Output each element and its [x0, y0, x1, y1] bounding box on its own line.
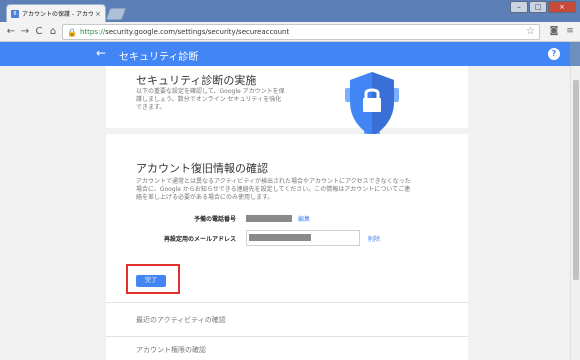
section-description-line-3: できます。 — [136, 104, 166, 111]
google-favicon-icon: 8 — [11, 9, 19, 18]
edit-phone-link[interactable]: 編集 — [298, 214, 310, 223]
delete-email-link[interactable]: 削除 — [368, 234, 380, 243]
url-path: security.google.com/settings/security/se… — [105, 28, 290, 36]
minimize-button[interactable]: – — [510, 1, 528, 13]
back-arrow-icon[interactable]: ← — [96, 46, 106, 60]
scrollbar-thumb[interactable] — [573, 80, 579, 280]
section-description-line-3: 絡を差し上げる必要がある場合にのみ使用します。 — [136, 194, 274, 201]
page-title: セキュリティ診断 — [119, 52, 199, 63]
app-header: ← セキュリティ診断 ? — [0, 42, 570, 66]
home-icon[interactable]: ⌂ — [46, 26, 60, 37]
section-description-line-2: 場合に、Google からお知らせできる連絡先を設定してください。この情報はアカ… — [136, 186, 411, 193]
tab-close-icon[interactable]: × — [95, 10, 101, 18]
tab-title: アカウントの保護 - アカウント — [22, 11, 94, 18]
browser-tab[interactable]: 8 アカウントの保護 - アカウント × — [6, 4, 106, 22]
bookmark-star-icon[interactable]: ☆ — [526, 26, 535, 37]
security-checkup-card: セキュリティ診断の実施 以下の重要な設定を確認して、Google アカウントを保… — [106, 66, 468, 146]
camera-extension-icon[interactable]: ◙ — [548, 25, 560, 37]
recovery-phone-label: 予備の電話番号 — [193, 216, 236, 223]
section-description-line-1: 以下の重要な設定を確認して、Google アカウントを保 — [136, 88, 285, 95]
account-permissions-item[interactable]: アカウント権限の確認 — [136, 345, 206, 355]
vertical-scrollbar[interactable] — [570, 66, 580, 360]
help-icon[interactable]: ? — [548, 48, 560, 60]
recovery-phone-value — [246, 215, 292, 222]
url-scheme: https:// — [79, 28, 106, 36]
back-arrow-icon[interactable]: ← — [4, 26, 18, 37]
section-description-line-2: 護しましょう。数分でオンライン セキュリティを強化 — [136, 96, 282, 103]
section-title: アカウント復旧情報の確認 — [136, 162, 268, 175]
reload-icon[interactable]: C — [32, 26, 46, 37]
new-tab-button[interactable] — [105, 8, 127, 20]
window-controls: – □ × — [510, 1, 576, 13]
lock-icon: 🔒 — [67, 27, 77, 37]
recovery-email-value — [249, 234, 311, 241]
maximize-button[interactable]: □ — [529, 1, 547, 13]
section-description-line-1: アカウントで通常とは異なるアクティビティが検出された場合やアカウントにアクセスで… — [136, 178, 411, 185]
recent-activity-item[interactable]: 最近のアクティビティの確認 — [136, 315, 226, 325]
divider — [106, 302, 468, 303]
address-bar[interactable]: 🔒 https:// security.google.com/settings/… — [62, 24, 540, 40]
chrome-menu-icon[interactable]: ≡ — [564, 25, 576, 37]
section-title: セキュリティ診断の実施 — [136, 74, 257, 87]
recovery-email-label: 再設定用のメールアドレス — [163, 236, 236, 243]
account-recovery-card: アカウント復旧情報の確認 アカウントで通常とは異なるアクティビティが検出された場… — [106, 134, 468, 360]
browser-toolbar: ← → C ⌂ 🔒 https:// security.google.com/s… — [0, 22, 580, 42]
main-content: セキュリティ診断の実施 以下の重要な設定を確認して、Google アカウントを保… — [0, 66, 570, 360]
done-button[interactable]: 完了 — [136, 275, 166, 287]
divider — [106, 336, 468, 337]
forward-arrow-icon[interactable]: → — [18, 26, 32, 37]
close-window-button[interactable]: × — [548, 1, 576, 13]
window-titlebar: 8 アカウントの保護 - アカウント × – □ × — [0, 0, 580, 22]
